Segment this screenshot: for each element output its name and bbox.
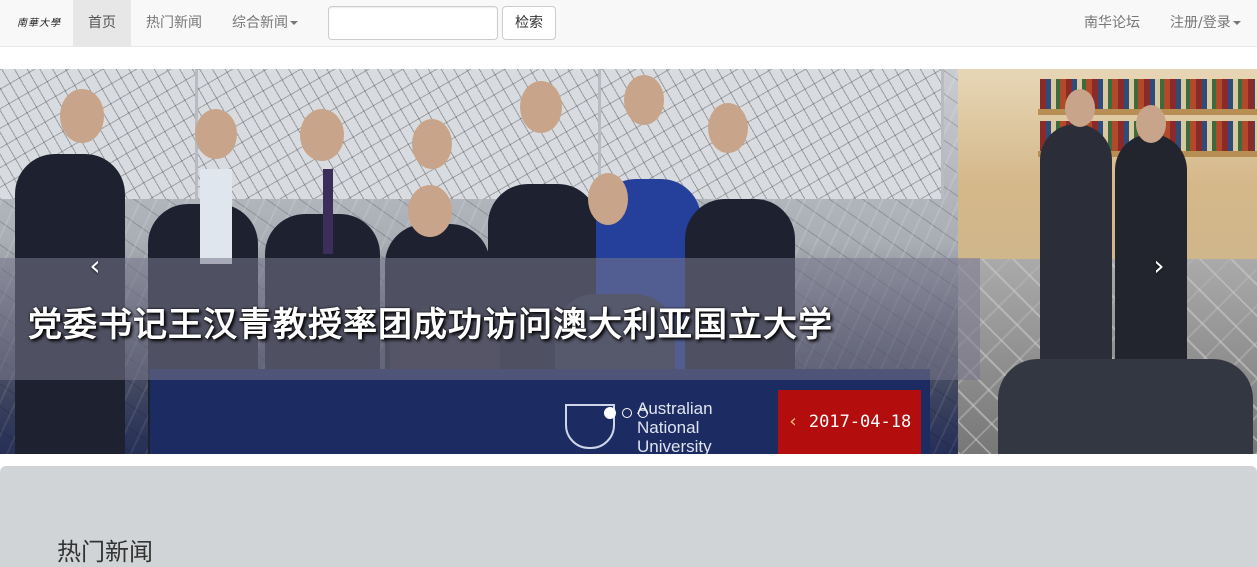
person-head xyxy=(624,75,664,125)
person-head xyxy=(588,173,628,225)
hot-news-section: 热门新闻 xyxy=(0,466,1257,567)
date-prev-icon[interactable]: ‹ xyxy=(788,411,799,432)
nav-item-forum[interactable]: 南华论坛 xyxy=(1069,0,1155,47)
person-head xyxy=(708,103,748,153)
carousel-prev-icon[interactable]: ‹ xyxy=(80,251,110,281)
news-carousel[interactable]: Australian National University 党委书记王汉青教授… xyxy=(0,69,1257,454)
person-head xyxy=(1065,89,1095,127)
anu-text-line: National xyxy=(637,418,700,437)
anu-banner-text: Australian National University xyxy=(637,399,713,454)
nav-item-label: 注册/登录 xyxy=(1170,15,1231,31)
carousel-next-icon[interactable]: › xyxy=(1144,251,1174,281)
nav-item-general-news-dropdown[interactable]: 综合新闻 xyxy=(217,0,313,47)
carousel-photo-side xyxy=(958,69,1257,454)
nav-item-hot-news[interactable]: 热门新闻 xyxy=(131,0,217,47)
date-badge: ‹ 2017-04-18 › xyxy=(778,390,921,454)
carousel-indicator[interactable] xyxy=(604,407,616,419)
nav-item-home[interactable]: 首页 xyxy=(73,0,131,47)
search-input[interactable] xyxy=(328,6,498,40)
group-figures xyxy=(998,359,1253,454)
person-head xyxy=(412,119,452,169)
anu-text-line: University xyxy=(637,437,712,454)
person-shirt xyxy=(200,169,232,264)
caret-down-icon xyxy=(1232,21,1241,25)
person-head xyxy=(300,109,344,161)
nav-item-label: 南华论坛 xyxy=(1084,15,1140,31)
nav-item-login-dropdown[interactable]: 注册/登录 xyxy=(1155,0,1256,47)
carousel-indicator[interactable] xyxy=(622,408,632,418)
carousel-indicator[interactable] xyxy=(638,408,648,418)
brand-logo[interactable]: 南華大學 xyxy=(17,14,61,29)
person-head xyxy=(1136,105,1166,143)
caret-down-icon xyxy=(290,21,298,25)
section-title: 热门新闻 xyxy=(57,538,153,566)
date-text: 2017-04-18 xyxy=(808,412,912,432)
person-head xyxy=(60,89,104,143)
person-head xyxy=(408,185,452,237)
top-navbar: 南華大學 首页 热门新闻 综合新闻 检索 南华论坛 注册/登录 xyxy=(0,0,1257,47)
anu-text-line: Australian xyxy=(637,399,713,418)
nav-item-label: 首页 xyxy=(88,15,116,31)
person-head xyxy=(195,109,237,159)
nav-item-label: 综合新闻 xyxy=(232,15,288,31)
person-head xyxy=(520,81,562,133)
search-button[interactable]: 检索 xyxy=(502,6,556,40)
person-tie xyxy=(323,169,333,254)
carousel-caption[interactable]: 党委书记王汉青教授率团成功访问澳大利亚国立大学 xyxy=(28,297,833,346)
nav-item-label: 热门新闻 xyxy=(146,15,202,31)
